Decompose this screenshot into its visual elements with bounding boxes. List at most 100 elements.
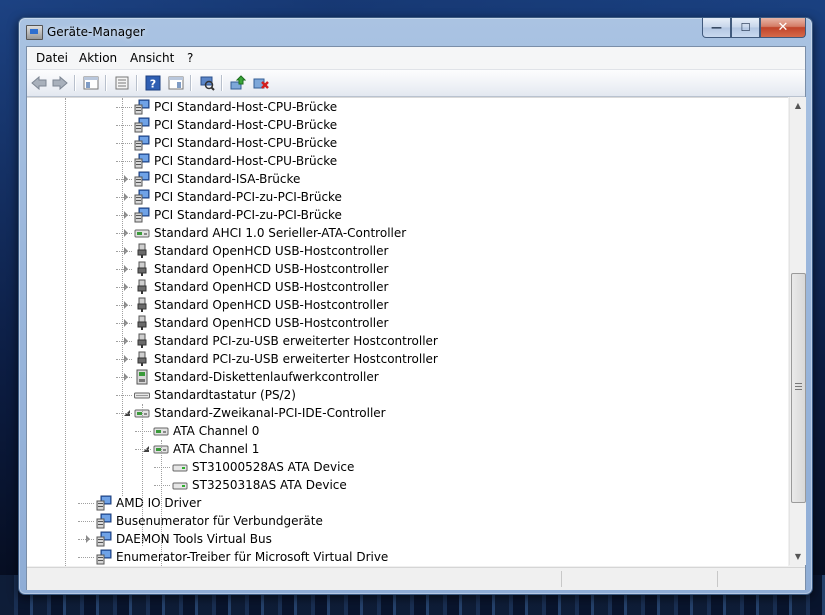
tree-item-label: Standard-Zweikanal-PCI-IDE-Controller <box>154 406 386 420</box>
uninstall-device-icon[interactable] <box>252 74 270 92</box>
tree-connector <box>116 233 132 234</box>
usb-icon <box>134 243 150 259</box>
usb-icon <box>134 261 150 277</box>
tree-item-label: ST31000528AS ATA Device <box>192 460 355 474</box>
tree-item-label: ATA Channel 0 <box>173 424 260 438</box>
pci-bridge-icon <box>134 153 150 169</box>
scroll-grip <box>795 383 802 384</box>
tree-connector <box>154 485 170 486</box>
console-tree-icon[interactable] <box>82 74 100 92</box>
tree-connector <box>116 251 132 252</box>
pci-bridge-icon <box>96 549 112 565</box>
scroll-up-arrow[interactable]: ▲ <box>790 97 806 114</box>
tree-connector <box>116 395 132 396</box>
tree-guide-line <box>142 404 143 546</box>
tree-connector <box>135 449 151 450</box>
tree-connector <box>135 431 151 432</box>
menu-bar: Datei Aktion Ansicht ? <box>27 47 805 70</box>
back-icon[interactable] <box>30 74 48 92</box>
window-title: Geräte-Manager <box>47 25 145 39</box>
tree-connector <box>116 341 132 342</box>
tree-connector <box>116 413 132 414</box>
tree-item-label: Enumerator-Treiber für Microsoft Virtual… <box>116 550 389 564</box>
tree-connector <box>116 323 132 324</box>
usb-icon <box>134 279 150 295</box>
tree-connector <box>116 305 132 306</box>
tree-item-label: PCI Standard-Host-CPU-Brücke <box>154 136 338 150</box>
tree-connector <box>116 269 132 270</box>
scroll-down-arrow[interactable]: ▼ <box>790 548 806 565</box>
tree-guide-line <box>65 98 66 566</box>
menu-datei[interactable]: Datei <box>36 51 68 65</box>
pci-bridge-icon <box>134 135 150 151</box>
forward-icon[interactable] <box>51 74 69 92</box>
tree-connector <box>116 143 132 144</box>
pci-bridge-icon <box>134 171 150 187</box>
tree-connector <box>78 503 94 504</box>
tree-item-label: PCI Standard-PCI-zu-PCI-Brücke <box>154 190 342 204</box>
tree-item-label: Standard OpenHCD USB-Hostcontroller <box>154 280 389 294</box>
svg-text:?: ? <box>150 78 156 91</box>
tree-item-label: PCI Standard-ISA-Brücke <box>154 172 301 186</box>
menu-aktion[interactable]: Aktion <box>79 51 117 65</box>
device-manager-window: Geräte-Manager — ☐ ✕ Datei Aktion Ansich… <box>18 17 813 595</box>
scroll-thumb[interactable] <box>791 273 806 503</box>
tree-item-label: Standardtastatur (PS/2) <box>154 388 296 402</box>
tree-guide-line <box>122 98 123 496</box>
disk-icon <box>172 477 188 493</box>
tree-item-label: Standard OpenHCD USB-Hostcontroller <box>154 298 389 312</box>
device-tree[interactable]: PCI Standard-Host-CPU-Brücke PCI Standard… <box>27 97 788 566</box>
properties-icon[interactable] <box>113 74 131 92</box>
ide-controller-icon <box>153 423 169 439</box>
title-bar[interactable]: Geräte-Manager — ☐ ✕ <box>19 18 812 46</box>
update-driver-icon[interactable] <box>229 74 247 92</box>
minimize-button[interactable]: — <box>702 18 731 38</box>
maximize-button[interactable]: ☐ <box>731 18 760 38</box>
vertical-scrollbar[interactable]: ▲ ▼ <box>789 97 806 565</box>
tree-item-label: Standard PCI-zu-USB erweiterter Hostcont… <box>154 352 438 366</box>
tree-item-label: Standard OpenHCD USB-Hostcontroller <box>154 316 389 330</box>
usb-icon <box>134 351 150 367</box>
tree-item-label: DAEMON Tools Virtual Bus <box>116 532 272 546</box>
tree-connector <box>116 125 132 126</box>
tree-connector <box>116 161 132 162</box>
menu-help[interactable]: ? <box>187 51 193 65</box>
tree-connector <box>116 197 132 198</box>
tree-item-label: Standard PCI-zu-USB erweiterter Hostcont… <box>154 334 438 348</box>
tree-connector <box>116 287 132 288</box>
toolbar-separator <box>74 75 75 91</box>
pci-bridge-icon <box>134 117 150 133</box>
tree-item-label: Busenumerator für Verbundgeräte <box>116 514 323 528</box>
pci-bridge-icon <box>134 207 150 223</box>
tree-item-label: Standard OpenHCD USB-Hostcontroller <box>154 262 389 276</box>
client-area: Datei Aktion Ansicht ? ? PCI Standard-Ho… <box>26 46 806 590</box>
tree-connector <box>116 107 132 108</box>
tree-guide-line <box>161 440 162 566</box>
disk-icon <box>172 459 188 475</box>
tree-connector <box>154 467 170 468</box>
toolbar: ? <box>27 70 805 97</box>
status-bar <box>27 567 805 590</box>
toolbar-separator <box>221 75 222 91</box>
tree-connector <box>116 179 132 180</box>
scan-hardware-icon[interactable] <box>198 74 216 92</box>
action-pane-icon[interactable] <box>167 74 185 92</box>
pci-bridge-icon <box>134 189 150 205</box>
menu-ansicht[interactable]: Ansicht <box>130 51 174 65</box>
tree-item-label: Standard-Diskettenlaufwerkcontroller <box>154 370 379 384</box>
tree-item-label: ATA Channel 1 <box>173 442 260 456</box>
toolbar-separator <box>190 75 191 91</box>
floppy-controller-icon <box>134 369 150 385</box>
close-button[interactable]: ✕ <box>760 18 806 38</box>
usb-icon <box>134 297 150 313</box>
tree-connector <box>78 521 94 522</box>
caption-buttons: — ☐ ✕ <box>702 18 806 38</box>
pci-bridge-icon <box>96 531 112 547</box>
status-pane <box>561 571 562 587</box>
ide-controller-icon <box>134 225 150 241</box>
tree-item-label: PCI Standard-PCI-zu-PCI-Brücke <box>154 208 342 222</box>
usb-icon <box>134 333 150 349</box>
tree-connector <box>78 539 94 540</box>
tree-item-label: PCI Standard-Host-CPU-Brücke <box>154 118 338 132</box>
help-icon[interactable]: ? <box>144 74 162 92</box>
